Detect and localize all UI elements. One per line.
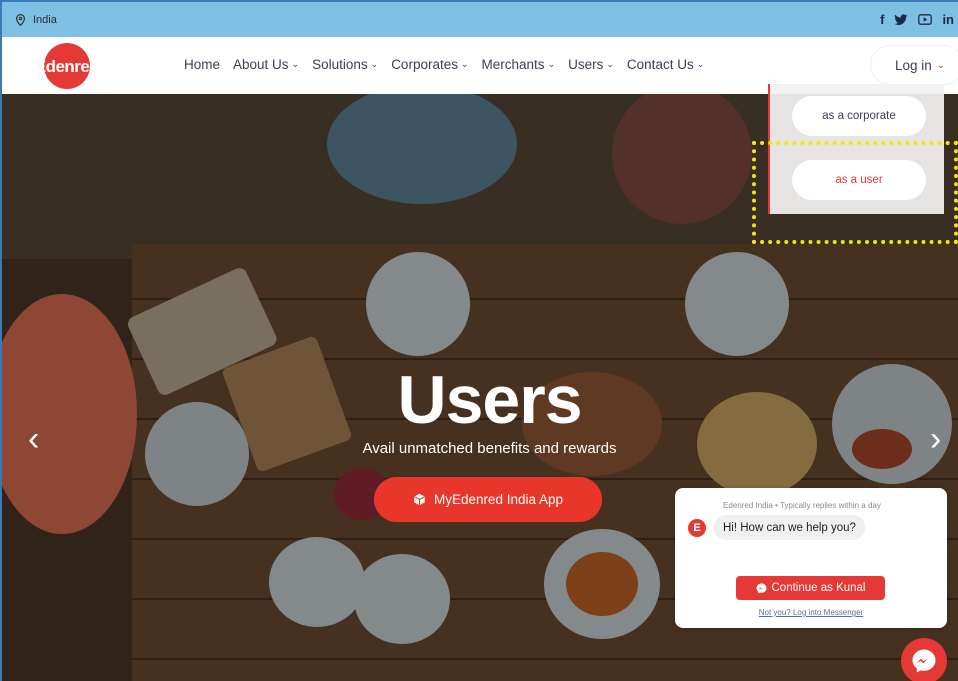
messenger-icon — [912, 649, 936, 673]
login-button[interactable]: Log in ⌄ — [870, 45, 958, 85]
nav-item-home[interactable]: Home — [184, 57, 220, 72]
nav-item-label: Home — [184, 57, 221, 72]
top-bar: India f in — [0, 0, 958, 37]
chevron-down-icon: ⌄ — [291, 59, 300, 69]
facebook-icon[interactable]: f — [880, 12, 884, 27]
hero-title: Users — [397, 362, 582, 438]
messenger-icon — [756, 583, 766, 593]
chevron-down-icon: ⌄ — [460, 59, 469, 69]
chevron-down-icon: ⌄ — [606, 59, 614, 69]
login-messenger-link[interactable]: Not you? Log into Messenger — [675, 608, 947, 617]
linkedin-icon[interactable]: in — [942, 12, 954, 27]
edenred-avatar: E — [688, 519, 706, 537]
twitter-icon[interactable] — [894, 13, 908, 26]
chat-meta: Edenred India • Typically replies within… — [723, 501, 881, 510]
chevron-down-icon: ⌄ — [936, 59, 946, 71]
nav-item-label: Solutions — [312, 57, 368, 72]
social-links: f in — [880, 12, 954, 27]
nav-item-about-us[interactable]: About Us ⌄ — [233, 57, 299, 72]
corporate-option-label: as a corporate — [822, 110, 896, 122]
nav-item-label: Corporates — [391, 57, 458, 72]
highlight-box — [752, 141, 958, 244]
nav-item-label: Users — [568, 57, 604, 72]
login-as-corporate-option[interactable]: as a corporate — [792, 96, 926, 136]
nav-item-label: Contact Us — [626, 57, 694, 72]
youtube-icon[interactable] — [918, 14, 933, 25]
location-selector[interactable]: India — [16, 14, 57, 26]
location-pin-icon — [16, 14, 25, 26]
myedenred-app-button[interactable]: MyEdenred India App — [374, 477, 602, 522]
chevron-down-icon: ⌄ — [696, 59, 705, 69]
messenger-chat-widget: Edenred India • Typically replies within… — [675, 488, 947, 628]
login-label: Log in — [895, 57, 932, 73]
box-icon — [414, 493, 425, 506]
svg-text:Edenred: Edenred — [35, 57, 100, 76]
nav-item-merchants[interactable]: Merchants ⌄ — [482, 57, 556, 72]
edenred-logo[interactable]: Edenred — [28, 43, 106, 89]
nav-menu: Home About Us ⌄ Solutions ⌄ Corporates ⌄ Me… — [184, 57, 717, 72]
chevron-down-icon: ⌄ — [547, 59, 556, 69]
location-label: India — [33, 14, 57, 26]
nav-item-label: Merchants — [481, 57, 545, 72]
hero-subtitle: Avail unmatched benefits and rewards — [362, 440, 617, 457]
chevron-down-icon: ⌄ — [370, 59, 379, 69]
nav-item-label: About Us — [233, 57, 289, 72]
continue-as-button[interactable]: Continue as Kunal — [736, 576, 885, 600]
nav-item-contact-us[interactable]: Contact Us ⌄ — [627, 57, 704, 72]
continue-label: Continue as Kunal — [771, 582, 866, 594]
nav-item-users[interactable]: Users ⌄ — [568, 57, 614, 72]
chat-message: Hi! How can we help you? — [714, 515, 865, 540]
nav-item-solutions[interactable]: Solutions ⌄ — [312, 57, 378, 72]
nav-item-corporates[interactable]: Corporates ⌄ — [391, 57, 468, 72]
app-button-label: MyEdenred India App — [433, 492, 564, 507]
messenger-launcher-button[interactable] — [901, 638, 947, 681]
